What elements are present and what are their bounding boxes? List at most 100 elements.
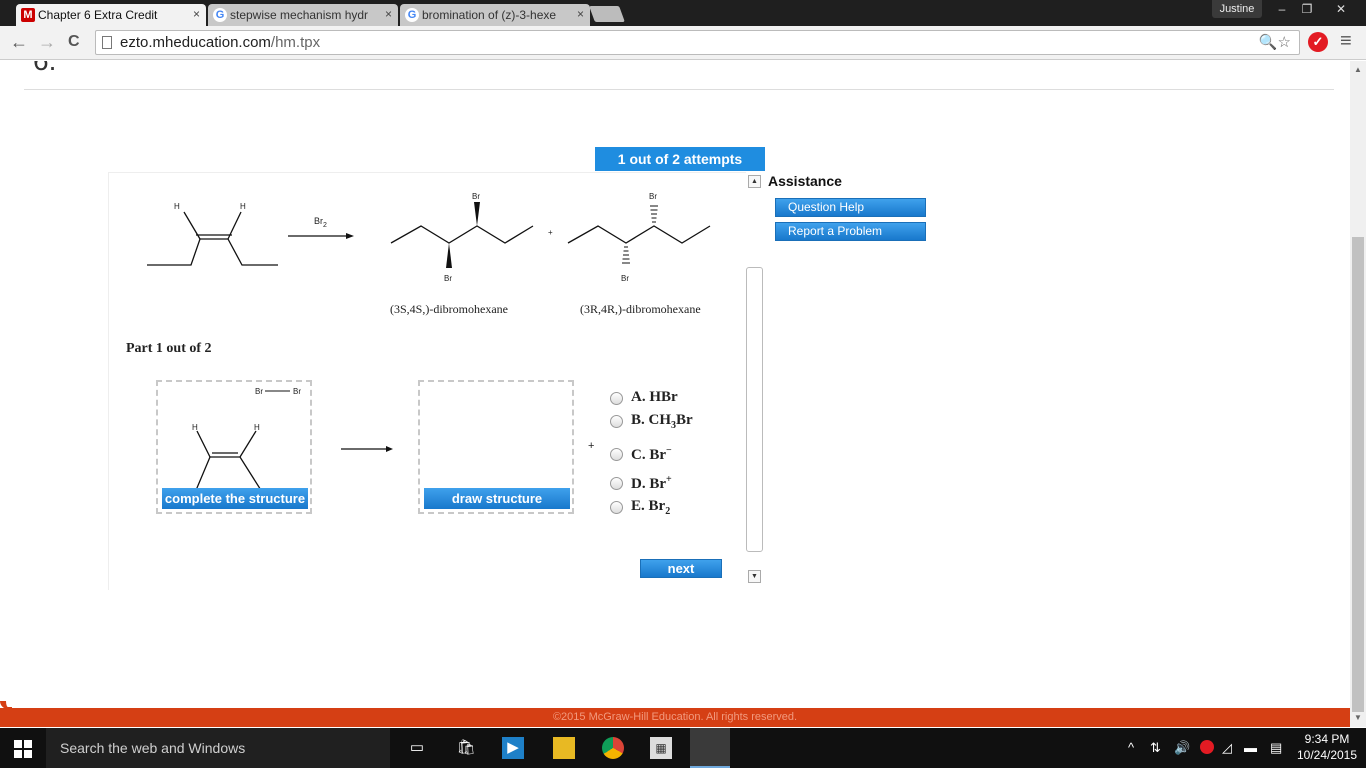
taskbar-clock[interactable]: 9:34 PM 10/24/2015 — [1294, 731, 1360, 763]
wedge-bond — [446, 243, 452, 268]
page-icon — [102, 36, 112, 49]
h-label: H — [192, 423, 198, 432]
back-arrow-icon[interactable]: ← — [10, 32, 28, 52]
clock-time: 9:34 PM — [1304, 732, 1350, 746]
scroll-up-icon[interactable]: ▲ — [748, 175, 761, 188]
h-label: H — [254, 423, 260, 432]
report-problem-button[interactable]: Report a Problem — [775, 222, 926, 241]
google-icon: G — [405, 8, 419, 22]
page-content: 6. 1 out of 2 attempts — [0, 61, 1350, 727]
wedge-bond — [474, 202, 480, 226]
hash-bond — [650, 205, 658, 223]
tab-stepwise-mechanism[interactable]: G stepwise mechanism hydr × — [208, 4, 398, 26]
next-button[interactable]: next — [640, 559, 722, 578]
scroll-up-icon[interactable]: ▲ — [1354, 65, 1362, 74]
part-label: Part 1 out of 2 — [126, 341, 212, 356]
volume-icon[interactable]: 🔊 — [1174, 740, 1190, 756]
tab-chapter-6[interactable]: M Chapter 6 Extra Credit × — [16, 4, 206, 26]
hash-bond — [622, 246, 630, 264]
notifications-icon[interactable]: ▤ — [1270, 740, 1282, 756]
chrome-menu-icon[interactable]: ≡ — [1340, 30, 1352, 53]
radio-button[interactable] — [610, 392, 623, 405]
antivirus-icon[interactable] — [1200, 740, 1214, 754]
reload-icon[interactable]: C — [68, 32, 80, 52]
new-tab-button[interactable] — [589, 6, 625, 22]
close-icon[interactable]: × — [385, 7, 392, 21]
restore-button[interactable]: ❐ — [1295, 0, 1319, 18]
extension-icon[interactable]: ✓ — [1308, 32, 1328, 52]
address-bar[interactable]: ezto.mheducation.com/hm.tpx 🔍☆ — [95, 30, 1300, 55]
plus-sign: + — [588, 440, 595, 452]
google-icon: G — [213, 8, 227, 22]
minimize-button[interactable]: – — [1270, 0, 1294, 18]
zoom-bookmark-star-icon[interactable]: 🔍☆ — [1259, 33, 1291, 51]
structure-box-product[interactable]: draw structure — [418, 380, 574, 514]
tray-chevron-icon[interactable]: ^ — [1128, 740, 1134, 755]
br-label: Br — [649, 192, 657, 201]
br-label: Br — [293, 387, 301, 396]
reaction-arrow — [288, 233, 354, 239]
assistance-title: Assistance — [768, 173, 842, 189]
scroll-thumb[interactable] — [746, 267, 763, 552]
wifi-icon[interactable]: ◿ — [1222, 740, 1232, 756]
product-2-structure — [567, 225, 711, 244]
chrome-icon[interactable] — [602, 737, 624, 759]
br-label: Br — [472, 192, 480, 201]
complete-structure-button[interactable]: complete the structure — [162, 488, 308, 509]
clock-date: 10/24/2015 — [1296, 748, 1358, 762]
taskbar-search-box[interactable]: Search the web and Windows — [46, 728, 390, 768]
br-label: Br — [255, 387, 263, 396]
br-label: Br — [621, 274, 629, 283]
forward-arrow-icon[interactable]: → — [38, 32, 56, 52]
h-label: H — [174, 202, 180, 211]
h-label: H — [240, 202, 246, 211]
mcgraw-hill-icon: M — [21, 8, 35, 22]
task-view-icon[interactable]: ▭ — [406, 737, 428, 759]
radio-button[interactable] — [610, 448, 623, 461]
page-scrollbar[interactable]: ▲ ▼ — [1350, 61, 1366, 727]
url-path: /hm.tpx — [270, 34, 321, 51]
file-explorer-icon[interactable] — [553, 737, 575, 759]
tab-bromination[interactable]: G bromination of (z)-3-hexe × — [400, 4, 590, 26]
product-2-name: (3R,4R,)-dibromohexane — [580, 302, 701, 316]
draw-structure-button[interactable]: draw structure — [424, 488, 570, 509]
structure-box-reactant[interactable]: Br Br H H complete the structure — [156, 380, 312, 514]
scroll-down-icon[interactable]: ▼ — [748, 570, 761, 583]
screen: M Chapter 6 Extra Credit × G stepwise me… — [0, 0, 1366, 768]
product-1-name: (3S,4S,)-dibromohexane — [390, 302, 508, 316]
question-panel-scrollbar[interactable]: ▲ ▼ — [746, 172, 763, 586]
radio-button[interactable] — [610, 477, 623, 490]
scroll-thumb[interactable] — [1352, 237, 1364, 712]
calculator-icon[interactable]: ▦ — [650, 737, 672, 759]
question-help-button[interactable]: Question Help — [775, 198, 926, 217]
chrome-active-icon[interactable] — [690, 728, 730, 768]
store-icon[interactable]: 🛍 — [455, 737, 477, 759]
scroll-down-icon[interactable]: ▼ — [1354, 713, 1362, 722]
part-arrow — [341, 446, 393, 452]
reagent-label: Br2 — [314, 216, 327, 229]
plus-sign: + — [548, 228, 553, 237]
footer-copyright: ©2015 McGraw-Hill Education. All rights … — [0, 708, 1350, 727]
tab-title: stepwise mechanism hydr — [230, 8, 369, 22]
close-icon[interactable]: × — [577, 7, 584, 21]
media-player-icon[interactable]: ▶ — [502, 737, 524, 759]
tab-title: bromination of (z)-3-hexe — [422, 8, 557, 22]
close-icon[interactable]: × — [193, 7, 200, 21]
radio-button[interactable] — [610, 415, 623, 428]
url-host: ezto.mheducation.com — [120, 34, 271, 51]
url-text: ezto.mheducation.com/hm.tpx — [120, 34, 320, 51]
browser-toolbar: ← → C ezto.mheducation.com/hm.tpx 🔍☆ ✓ ≡ — [0, 26, 1366, 60]
windows-taskbar: Search the web and Windows ▭ 🛍 ▶ ▦ ^ ⇅ 🔊… — [0, 728, 1366, 768]
network-share-icon[interactable]: ⇅ — [1150, 740, 1161, 756]
battery-icon[interactable]: ▬ — [1244, 740, 1257, 755]
radio-button[interactable] — [610, 501, 623, 514]
browser-tab-strip: M Chapter 6 Extra Credit × G stepwise me… — [0, 0, 1366, 26]
search-placeholder: Search the web and Windows — [60, 740, 246, 756]
window-close-button[interactable]: ✕ — [1326, 0, 1356, 18]
tab-title: Chapter 6 Extra Credit — [38, 8, 158, 22]
profile-button[interactable]: Justine — [1212, 0, 1262, 18]
product-1-structure — [390, 225, 534, 244]
reactant-hexene — [147, 211, 278, 266]
windows-start-icon[interactable] — [14, 740, 32, 758]
br-label: Br — [444, 274, 452, 283]
